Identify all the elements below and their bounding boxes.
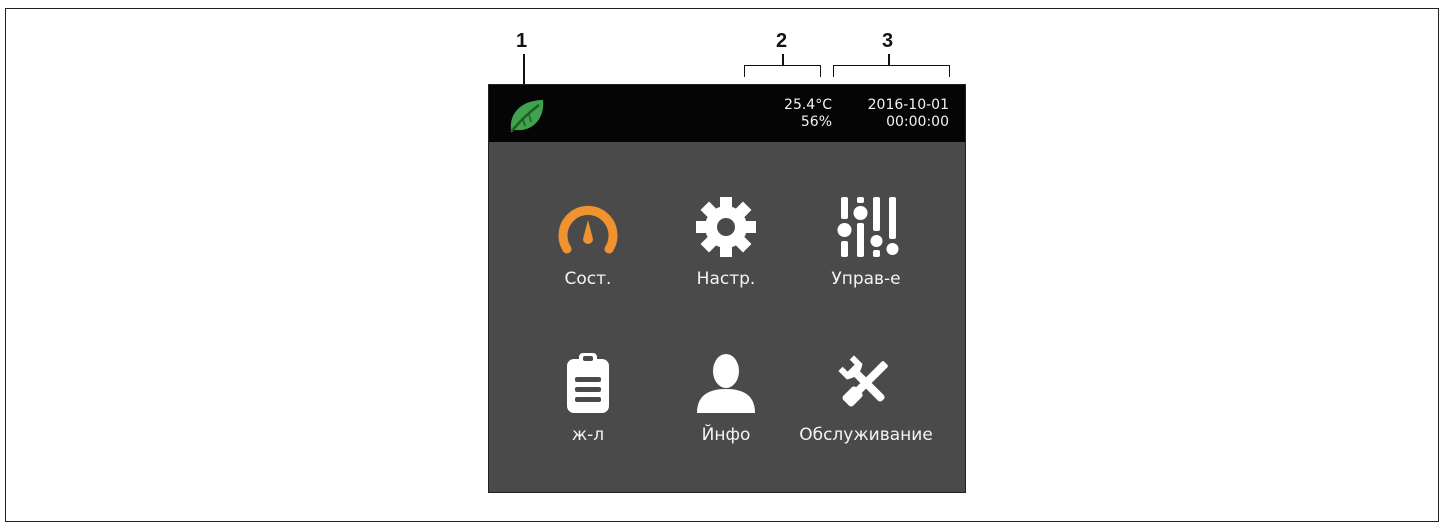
menu-settings-label: Настр. (696, 269, 756, 289)
sliders-icon (837, 197, 899, 257)
gauge-icon (558, 205, 618, 254)
callout-2-stem (782, 54, 784, 65)
menu-info-button[interactable]: Йнфо (651, 353, 801, 445)
menu-status-button[interactable]: Сост. (513, 197, 663, 289)
date-value: 2016-10-01 (867, 97, 949, 113)
callout-1: 1 (516, 30, 528, 52)
menu-log-label: ж-л (571, 425, 605, 445)
callout-3: 3 (882, 30, 894, 52)
menu-status-label: Сост. (564, 269, 612, 289)
menu-control-label: Управ-е (831, 269, 901, 289)
callout-2: 2 (776, 30, 788, 52)
callout-3-stem (888, 54, 890, 65)
humidity-value: 56% (800, 114, 832, 130)
user-icon (697, 354, 755, 413)
device-screen: 25.4°C 56% 2016-10-01 00:00:00 Сост. Нас… (488, 84, 966, 493)
clipboard-icon (567, 353, 609, 413)
datetime-readout: 2016-10-01 00:00:00 (829, 97, 949, 131)
menu-log-button[interactable]: ж-л (513, 353, 663, 445)
menu-info-label: Йнфо (701, 425, 751, 445)
status-bar: 25.4°C 56% 2016-10-01 00:00:00 (489, 85, 965, 142)
menu-maintenance-button[interactable]: Обслуживание (791, 353, 941, 445)
callout-3-bracket (833, 65, 950, 77)
menu-settings-button[interactable]: Настр. (651, 197, 801, 289)
climate-readout: 25.4°C 56% (737, 97, 832, 131)
time-value: 00:00:00 (886, 114, 949, 130)
gear-icon (696, 197, 756, 257)
temperature-value: 25.4°C (784, 97, 832, 113)
leaf-icon (510, 100, 544, 133)
menu-control-button[interactable]: Управ-е (791, 197, 941, 289)
callout-2-bracket (744, 65, 821, 77)
menu-maintenance-label: Обслуживание (799, 425, 933, 445)
tools-icon (838, 355, 888, 407)
